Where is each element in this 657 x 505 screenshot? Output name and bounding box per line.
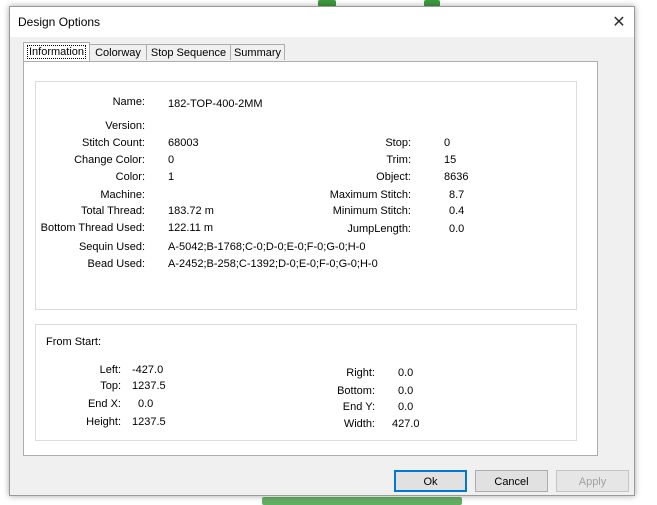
bottom-thread-label: Bottom Thread Used: [40,222,145,234]
sequin-value: A-5042;B-1768;C-0;D-0;E-0;F-0;G-0;H-0 [168,241,366,253]
stop-value: 0 [444,137,451,149]
tab-stop-sequence[interactable]: Stop Sequence [146,44,231,60]
bottom-label: Bottom: [337,385,375,397]
max-stitch-value: 8.7 [449,189,465,201]
close-icon: ✕ [612,14,626,31]
change-color-value: 0 [168,154,175,166]
close-button[interactable]: ✕ [604,7,634,37]
right-label: Right: [346,367,375,379]
color-value: 1 [168,171,175,183]
sequin-label: Sequin Used: [78,241,145,253]
end-y-value: 0.0 [398,401,414,413]
stitch-count-value: 68003 [168,137,199,149]
window-title: Design Options [18,15,101,29]
from-start-heading: From Start: [46,336,102,348]
min-stitch-value: 0.4 [449,205,465,217]
tab-colorway[interactable]: Colorway [89,44,147,60]
version-label: Version: [105,120,145,132]
end-y-label: End Y: [342,401,375,413]
top-label: Top: [100,380,121,392]
title-bar: Design Options ✕ [10,7,634,37]
bottom-value: 0.0 [398,385,414,397]
bead-label: Bead Used: [87,258,145,270]
change-color-label: Change Color: [74,154,145,166]
background-pattern-bottom-1 [262,497,462,505]
bead-value: A-2452;B-258;C-1392;D-0;E-0;F-0;G-0;H-0 [168,258,378,270]
total-thread-label: Total Thread: [80,205,145,217]
trim-value: 15 [444,154,457,166]
ok-button[interactable]: Ok [394,470,467,492]
jump-length-value: 0.0 [449,223,465,235]
machine-label: Machine: [100,189,145,201]
tab-summary[interactable]: Summary [230,44,285,60]
end-x-value: 0.0 [138,398,154,410]
left-value: -427.0 [132,364,164,376]
width-label: Width: [343,418,375,430]
name-value: 182-TOP-400-2MM [168,98,263,110]
object-value: 8636 [444,171,469,183]
top-value: 1237.5 [132,380,166,392]
apply-button[interactable]: Apply [556,470,629,492]
name-label: Name: [112,96,145,108]
height-label: Height: [86,416,121,428]
object-label: Object: [376,171,411,183]
stop-label: Stop: [385,137,411,149]
tab-information[interactable]: Information [23,42,90,61]
jump-length-label: JumpLength: [347,223,411,235]
min-stitch-label: Minimum Stitch: [332,205,411,217]
trim-label: Trim: [386,154,411,166]
max-stitch-label: Maximum Stitch: [329,189,411,201]
total-thread-value: 183.72 m [168,205,214,217]
stitch-count-label: Stitch Count: [82,137,145,149]
end-x-label: End X: [87,398,121,410]
right-value: 0.0 [398,367,414,379]
cancel-button[interactable]: Cancel [475,470,548,492]
left-label: Left: [99,364,121,376]
width-value: 427.0 [392,418,420,430]
color-label: Color: [115,171,145,183]
height-value: 1237.5 [132,416,166,428]
bottom-thread-value: 122.11 m [168,222,214,234]
